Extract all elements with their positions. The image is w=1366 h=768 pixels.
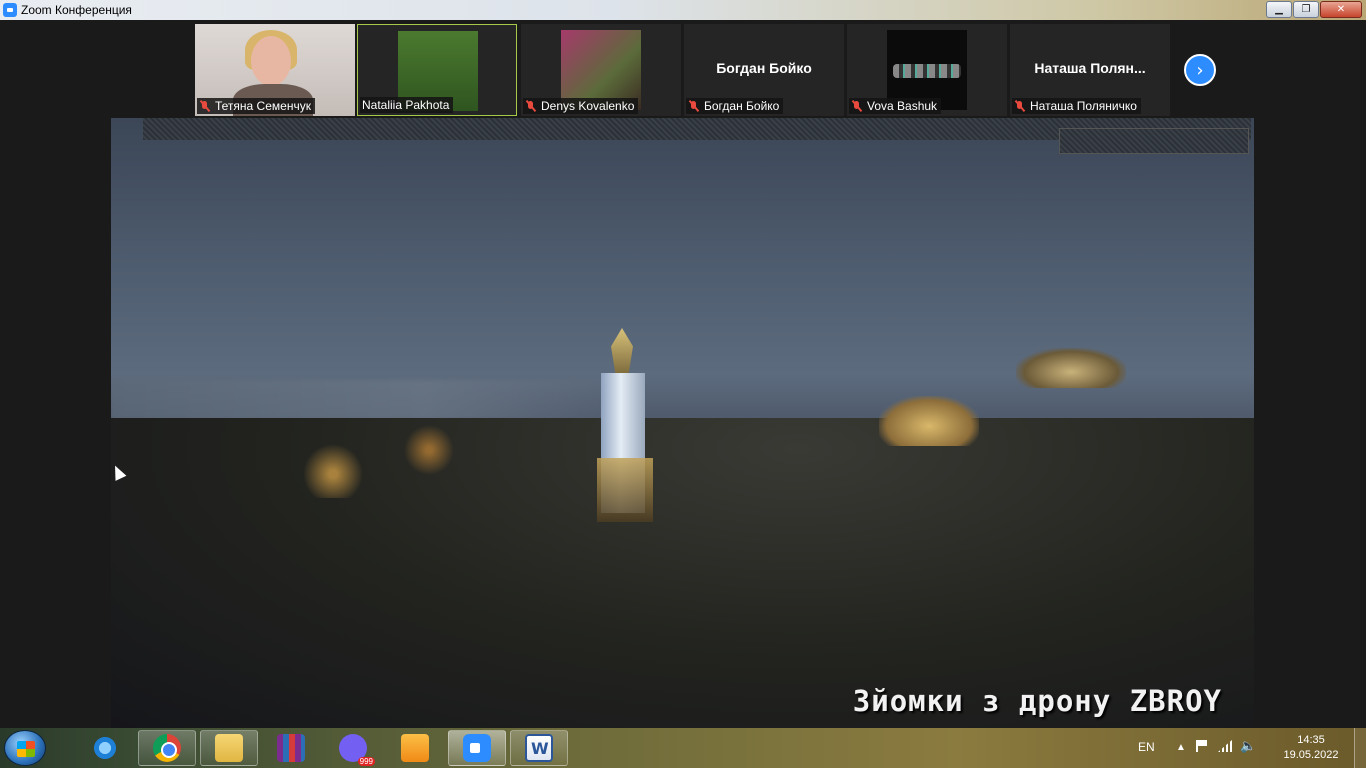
participant-strip: Тетяна Семенчук Nataliia Pakhota Denys K… bbox=[0, 20, 1366, 118]
participant-label: Denys Kovalenko bbox=[523, 98, 639, 114]
system-tray: EN ▲ 🔈 14:35 19.05.2022 bbox=[1126, 728, 1366, 768]
scene-river bbox=[111, 380, 631, 420]
scene-church bbox=[879, 396, 979, 446]
video-overlay-box bbox=[1059, 128, 1249, 154]
system-clock[interactable]: 14:35 19.05.2022 bbox=[1266, 733, 1356, 763]
window-title: Zoom Конференция bbox=[21, 3, 132, 17]
participant-tile[interactable]: Наташа Полян... Наташа Поляничко bbox=[1010, 24, 1170, 116]
file-explorer-icon bbox=[215, 734, 243, 762]
show-desktop-button[interactable] bbox=[1354, 728, 1366, 768]
scene-monument-top bbox=[611, 328, 633, 374]
next-participants-button[interactable]: › bbox=[1184, 54, 1216, 86]
taskbar-media-player[interactable] bbox=[386, 730, 444, 766]
notification-badge: 999 bbox=[357, 757, 375, 766]
network-signal-icon[interactable] bbox=[1218, 740, 1232, 752]
participant-label: Наташа Поляничко bbox=[1012, 98, 1141, 114]
participant-label: Богдан Бойко bbox=[686, 98, 784, 114]
participant-tile[interactable]: Vova Bashuk bbox=[847, 24, 1007, 116]
taskbar-zoom[interactable] bbox=[448, 730, 506, 766]
taskbar-file-explorer[interactable] bbox=[200, 730, 258, 766]
zoom-app-icon bbox=[3, 3, 17, 17]
restore-button[interactable]: ❐ bbox=[1293, 1, 1319, 18]
language-indicator[interactable]: EN bbox=[1138, 740, 1155, 754]
participant-label: Тетяна Семенчук bbox=[197, 98, 315, 114]
title-bar: Zoom Конференция ▁ ❐ ✕ bbox=[0, 0, 1366, 20]
shared-screen-video[interactable]: Зйомки з дрону ZBROY bbox=[111, 118, 1254, 728]
mic-muted-icon bbox=[199, 100, 211, 112]
zoom-icon bbox=[463, 734, 491, 762]
taskbar-winrar[interactable] bbox=[262, 730, 320, 766]
taskbar: 999 EN ▲ 🔈 14:35 19.05.2022 bbox=[0, 728, 1366, 768]
mic-muted-icon bbox=[525, 100, 537, 112]
participant-name: Nataliia Pakhota bbox=[362, 98, 450, 112]
start-button[interactable] bbox=[4, 730, 46, 766]
taskbar-internet-explorer[interactable] bbox=[76, 730, 134, 766]
windows-logo-icon bbox=[17, 741, 35, 757]
participant-label: Vova Bashuk bbox=[849, 98, 942, 114]
chrome-icon bbox=[153, 734, 181, 762]
mic-muted-icon bbox=[1014, 100, 1026, 112]
participant-name: Vova Bashuk bbox=[867, 99, 938, 113]
participant-display-name: Богдан Бойко bbox=[716, 60, 812, 76]
participant-tile[interactable]: Богдан Бойко Богдан Бойко bbox=[684, 24, 844, 116]
participant-label: Nataliia Pakhota bbox=[360, 97, 454, 113]
media-player-icon bbox=[401, 734, 429, 762]
window-controls: ▁ ❐ ✕ bbox=[1265, 1, 1362, 18]
scene-city-lights bbox=[261, 418, 501, 498]
chevron-right-icon: › bbox=[1196, 59, 1204, 81]
clock-date: 19.05.2022 bbox=[1283, 749, 1339, 761]
clock-time: 14:35 bbox=[1297, 734, 1325, 746]
participant-name: Тетяна Семенчук bbox=[215, 99, 311, 113]
winrar-icon bbox=[277, 734, 305, 762]
scene-monument-base bbox=[597, 458, 653, 522]
action-center-flag-icon[interactable] bbox=[1196, 740, 1208, 752]
internet-explorer-icon bbox=[91, 734, 119, 762]
video-caption: Зйомки з дрону ZBROY bbox=[852, 684, 1222, 718]
taskbar-chrome[interactable] bbox=[138, 730, 196, 766]
participant-name: Denys Kovalenko bbox=[541, 99, 635, 113]
participant-name: Наташа Поляничко bbox=[1030, 99, 1137, 113]
participant-tile[interactable]: Тетяна Семенчук bbox=[195, 24, 355, 116]
show-hidden-icons-icon[interactable]: ▲ bbox=[1176, 742, 1186, 753]
participant-display-name: Наташа Полян... bbox=[1034, 60, 1146, 76]
participant-tile[interactable]: Denys Kovalenko bbox=[521, 24, 681, 116]
mic-muted-icon bbox=[851, 100, 863, 112]
minimize-button[interactable]: ▁ bbox=[1266, 1, 1292, 18]
mic-muted-icon bbox=[688, 100, 700, 112]
word-icon bbox=[525, 734, 553, 762]
taskbar-word[interactable] bbox=[510, 730, 568, 766]
taskbar-viber[interactable]: 999 bbox=[324, 730, 382, 766]
viber-icon: 999 bbox=[339, 734, 375, 766]
scene-lavra bbox=[1016, 348, 1126, 388]
close-button[interactable]: ✕ bbox=[1320, 1, 1362, 18]
participant-name: Богдан Бойко bbox=[704, 99, 780, 113]
participant-tile[interactable]: Nataliia Pakhota bbox=[357, 24, 517, 116]
volume-icon[interactable]: 🔈 bbox=[1240, 739, 1256, 754]
